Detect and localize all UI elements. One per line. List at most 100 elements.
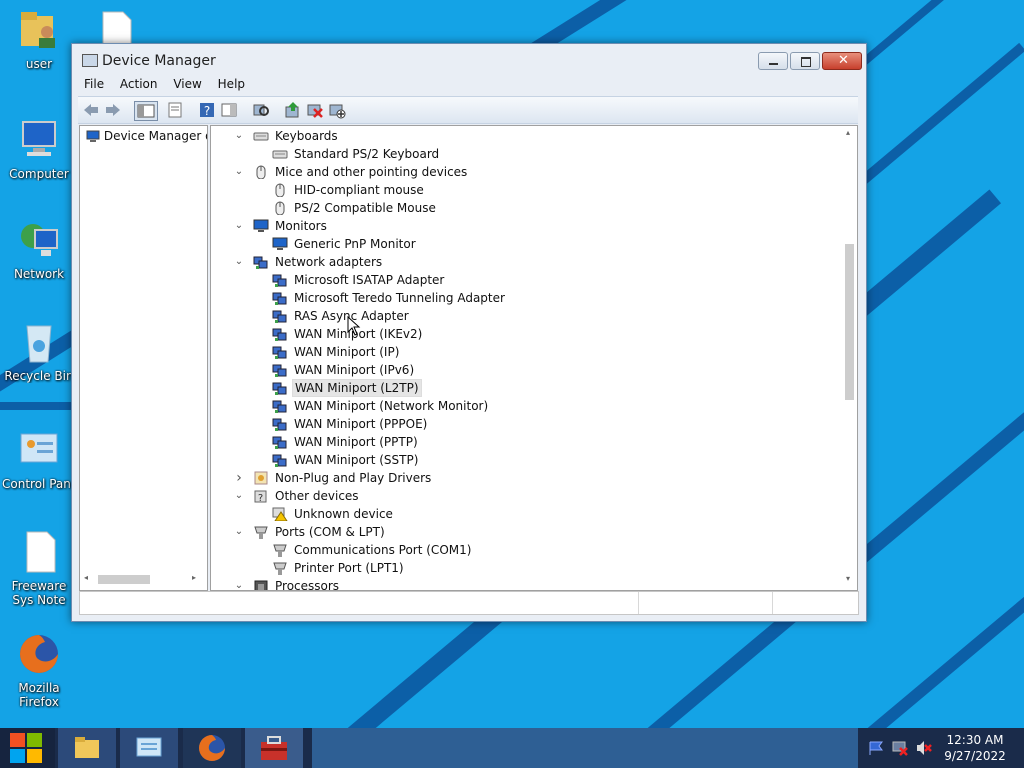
notification-area — [862, 728, 942, 768]
control-panel-icon — [20, 433, 58, 463]
desktop-icon-label: user — [25, 57, 53, 71]
mouse-icon — [275, 201, 285, 215]
network-adapter-icon — [272, 418, 287, 431]
device-manager-icon — [82, 54, 98, 67]
network-adapter-icon — [272, 454, 287, 467]
network-adapter-icon — [272, 346, 287, 359]
taskbar: 12:30 AM 9/27/2022 — [0, 728, 1024, 768]
network-adapter-icon — [272, 310, 287, 323]
warning-device-icon — [272, 507, 288, 521]
tree-item-label: Monitors — [275, 219, 327, 233]
close-icon: ✕ — [838, 53, 849, 68]
chevron-down-icon[interactable]: ⌄ — [233, 163, 245, 181]
network-adapter-icon — [272, 382, 287, 395]
firefox-icon — [199, 735, 225, 761]
taskbar-device-manager[interactable] — [245, 728, 303, 768]
add-legacy-hardware-icon[interactable] — [328, 101, 346, 119]
update-driver-icon[interactable] — [284, 101, 302, 119]
chevron-down-icon[interactable]: ⌄ — [233, 127, 245, 145]
start-button[interactable] — [0, 728, 55, 768]
tree-item-label: WAN Miniport (IPv6) — [294, 363, 415, 377]
tree-item-label: HID-compliant mouse — [294, 183, 424, 197]
chevron-down-icon[interactable]: ⌄ — [233, 217, 245, 235]
taskbar-control-panel[interactable] — [120, 728, 178, 768]
tree-item-label: PS/2 Compatible Mouse — [294, 201, 436, 215]
recycle-bin-icon — [26, 325, 52, 363]
network-adapter-icon — [253, 256, 268, 269]
action-pane-icon[interactable] — [220, 101, 238, 119]
svg-text:?: ? — [258, 493, 263, 503]
scrollbar-thumb[interactable] — [845, 244, 854, 400]
help-icon[interactable]: ? — [198, 101, 216, 119]
status-bar — [79, 591, 859, 615]
file-explorer-icon — [75, 737, 99, 758]
desktop-icon-label: Computer — [9, 167, 69, 181]
port-icon — [273, 544, 287, 557]
taskbar-empty-area — [312, 728, 858, 768]
computer-icon — [86, 130, 100, 142]
menu-help[interactable]: Help — [212, 75, 251, 93]
desktop-icon-user[interactable]: user — [2, 8, 76, 71]
title-bar[interactable]: Device Manager ✕ — [72, 44, 866, 74]
left-pane-horizontal-scrollbar[interactable]: ◂ ▸ — [80, 570, 206, 587]
status-bar-divider — [772, 592, 773, 614]
tree-item-label: Ports (COM & LPT) — [275, 525, 385, 539]
device-tree-vertical-scrollbar[interactable]: ▴ ▾ — [843, 126, 857, 590]
properties-icon[interactable] — [166, 101, 184, 119]
uninstall-device-icon[interactable] — [306, 101, 324, 119]
back-arrow-icon[interactable] — [82, 101, 100, 119]
taskbar-file-explorer[interactable] — [58, 728, 116, 768]
desktop-icon-recycle-bin[interactable]: Recycle Bin — [2, 320, 76, 383]
taskbar-firefox[interactable] — [183, 728, 241, 768]
tree-item-label: Printer Port (LPT1) — [294, 561, 404, 575]
system-clock[interactable]: 12:30 AM 9/27/2022 — [940, 732, 1010, 764]
minimize-button[interactable] — [758, 52, 788, 70]
volume-muted-icon[interactable] — [916, 740, 932, 756]
desktop-icon-freeware-note[interactable]: Freeware Sys Note read this — [2, 530, 76, 607]
scroll-down-icon[interactable]: ▾ — [846, 574, 850, 583]
desktop-icon-firefox[interactable]: Mozilla Firefox — [2, 632, 76, 709]
user-folder-icon — [21, 12, 55, 48]
desktop-icon-label: Recycle Bin — [4, 369, 74, 383]
console-tree-label: Device Manager on — [103, 129, 207, 143]
tree-item-label: WAN Miniport (IP) — [294, 345, 400, 359]
control-panel-icon — [136, 737, 162, 757]
console-tree-pane[interactable]: Device Manager on — [79, 125, 208, 591]
scroll-right-icon[interactable]: ▸ — [192, 573, 196, 582]
desktop-icon-computer[interactable]: Computer — [2, 118, 76, 181]
menu-action[interactable]: Action — [114, 75, 164, 93]
desktop-icon-label: Freeware Sys Note read this — [11, 579, 67, 607]
tree-item-label: Unknown device — [294, 507, 393, 521]
menu-view[interactable]: View — [167, 75, 207, 93]
network-adapter-icon — [272, 328, 287, 341]
console-tree-root[interactable]: Device Manager on — [86, 129, 207, 143]
menu-file[interactable]: File — [78, 75, 110, 93]
chevron-down-icon[interactable]: ⌄ — [233, 253, 245, 271]
chevron-down-icon[interactable]: ⌄ — [233, 523, 245, 541]
network-status-icon[interactable] — [892, 740, 908, 756]
tree-item-label: Communications Port (COM1) — [294, 543, 472, 557]
maximize-button[interactable] — [790, 52, 820, 70]
action-center-flag-icon[interactable] — [868, 741, 884, 755]
chevron-down-icon[interactable]: ⌄ — [233, 487, 245, 505]
status-bar-divider — [638, 592, 639, 614]
processor-icon — [254, 580, 268, 590]
device-manager-window[interactable]: Device Manager ✕ File Action View Help ?… — [71, 43, 867, 622]
desktop-icon-network[interactable]: Network — [2, 218, 76, 281]
chevron-right-icon[interactable]: › — [233, 469, 245, 487]
desktop-icon-control-panel[interactable]: Control Panel — [2, 428, 76, 491]
scrollbar-thumb[interactable] — [98, 575, 150, 584]
scroll-left-icon[interactable]: ◂ — [84, 573, 88, 582]
show-hide-tree-icon[interactable] — [134, 101, 158, 121]
close-button[interactable]: ✕ — [822, 52, 862, 70]
scroll-up-icon[interactable]: ▴ — [846, 128, 850, 137]
keyboard-icon — [253, 132, 269, 141]
chevron-down-icon[interactable]: ⌄ — [233, 577, 245, 590]
desktop-icon-label: Network — [13, 267, 65, 281]
tree-item-label: Standard PS/2 Keyboard — [294, 147, 440, 161]
forward-arrow-icon[interactable] — [104, 101, 122, 119]
scan-hardware-icon[interactable] — [252, 101, 270, 119]
device-tree-pane[interactable]: ⌄ Keyboards Standard PS/2 Keyboard ⌄ Mice an… — [210, 125, 858, 591]
network-icon — [21, 224, 58, 256]
tree-item-label: Microsoft Teredo Tunneling Adapter — [294, 291, 505, 305]
